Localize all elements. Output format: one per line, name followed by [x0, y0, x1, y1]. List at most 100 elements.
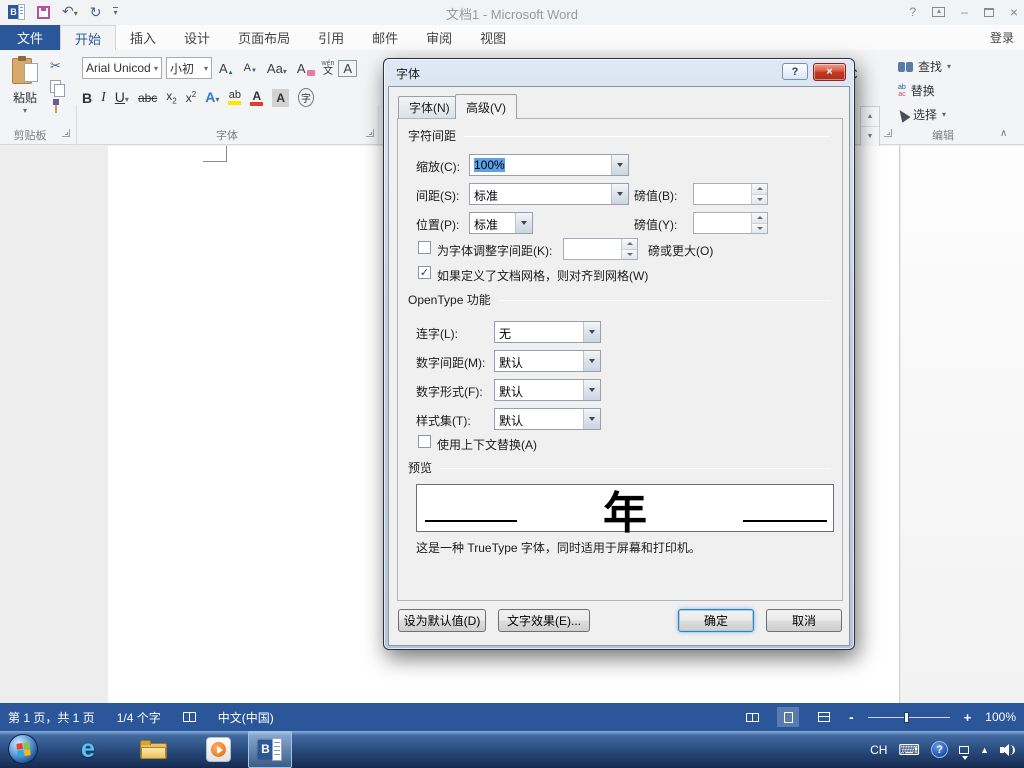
underline-button[interactable]: U▾: [115, 89, 129, 107]
read-mode-button[interactable]: [741, 707, 763, 727]
clipboard-dialog-launcher-icon[interactable]: [62, 129, 70, 137]
character-shading-button[interactable]: A: [272, 88, 290, 107]
subscript-button[interactable]: x2: [166, 89, 176, 105]
strikethrough-button[interactable]: abc: [138, 91, 157, 105]
position-combo[interactable]: 标准: [469, 212, 533, 234]
font-name-combo[interactable]: Arial Unicod ▾: [82, 57, 162, 79]
contextual-alternates-checkbox[interactable]: [418, 435, 431, 448]
tab-insert[interactable]: 插入: [116, 25, 170, 50]
enclose-characters-button[interactable]: 字: [298, 88, 315, 107]
volume-icon[interactable]: [1000, 743, 1016, 757]
paste-dropdown-icon[interactable]: ▾: [8, 106, 42, 115]
font-color-button[interactable]: A: [250, 90, 264, 106]
web-layout-button[interactable]: [813, 707, 835, 727]
restore-icon[interactable]: [983, 7, 994, 17]
kerning-label[interactable]: 为字体调整字间距(K):: [437, 242, 552, 259]
taskbar-internet-explorer[interactable]: e: [68, 734, 108, 765]
minimize-icon[interactable]: –: [961, 5, 968, 19]
spin-down-icon[interactable]: [622, 249, 637, 259]
spin-down-icon[interactable]: [752, 194, 767, 204]
italic-button[interactable]: I: [101, 90, 106, 106]
number-spacing-combo[interactable]: 默认: [494, 350, 601, 372]
kerning-checkbox[interactable]: [418, 241, 431, 254]
highlight-color-button[interactable]: ab: [228, 90, 242, 105]
spin-up-icon[interactable]: [752, 213, 767, 224]
font-size-combo[interactable]: 小初 ▾: [166, 57, 212, 79]
dialog-help-icon[interactable]: ?: [782, 63, 808, 80]
spacing-combo[interactable]: 标准: [469, 183, 629, 205]
format-painter-icon[interactable]: [50, 99, 62, 113]
phonetic-guide-button[interactable]: wén 文: [322, 60, 335, 77]
bold-button[interactable]: B: [82, 90, 92, 106]
tab-references[interactable]: 引用: [304, 25, 358, 50]
keyboard-icon[interactable]: ⌨: [898, 741, 920, 759]
dialog-tab-font[interactable]: 字体(N): [398, 96, 461, 118]
tray-window-icon[interactable]: [959, 745, 970, 760]
kerning-size-spinner[interactable]: [563, 238, 638, 260]
cut-icon[interactable]: ✂: [50, 58, 62, 74]
select-button[interactable]: 选择 ▾: [895, 106, 951, 123]
spin-up-icon[interactable]: [622, 239, 637, 250]
copy-icon[interactable]: [50, 80, 65, 97]
dropdown-arrow-icon[interactable]: [583, 351, 600, 371]
collapse-ribbon-icon[interactable]: ∧: [1000, 128, 1007, 139]
styles-dialog-launcher-icon[interactable]: [884, 129, 892, 137]
spin-up-icon[interactable]: [752, 184, 767, 195]
position-by-spinner[interactable]: [693, 212, 768, 234]
dropdown-arrow-icon[interactable]: [583, 409, 600, 429]
print-layout-button[interactable]: [777, 707, 800, 727]
spin-down-icon[interactable]: [752, 223, 767, 233]
snap-to-grid-label[interactable]: 如果定义了文档网格，则对齐到网格(W): [437, 267, 648, 284]
tab-file[interactable]: 文件: [0, 25, 61, 50]
page-indicator[interactable]: 第 1 页，共 1 页: [8, 709, 95, 726]
dropdown-arrow-icon[interactable]: [611, 155, 628, 175]
language-indicator[interactable]: 中文(中国): [218, 709, 274, 726]
find-button[interactable]: 查找 ▾: [898, 58, 951, 75]
dropdown-arrow-icon[interactable]: [583, 322, 600, 342]
zoom-level[interactable]: 100%: [985, 710, 1016, 724]
sign-in-link[interactable]: 登录: [990, 29, 1014, 46]
change-case-button[interactable]: Aa ▾: [264, 60, 290, 77]
dialog-tab-advanced[interactable]: 高级(V): [455, 94, 517, 119]
word-count[interactable]: 1/4 个字: [117, 709, 161, 726]
scale-combo[interactable]: 100%: [469, 154, 629, 176]
zoom-slider-thumb[interactable]: [903, 711, 909, 723]
zoom-slider[interactable]: [867, 711, 950, 723]
paste-button[interactable]: 粘贴 ▾: [8, 56, 42, 115]
taskbar-media-player[interactable]: [198, 734, 238, 765]
dialog-close-icon[interactable]: ×: [813, 63, 846, 81]
character-border-button[interactable]: A: [338, 59, 358, 77]
contextual-alternates-label[interactable]: 使用上下文替换(A): [437, 436, 537, 453]
help-icon[interactable]: ?: [909, 5, 916, 19]
gallery-scroll-up-icon[interactable]: ▲: [861, 107, 879, 127]
tab-page-layout[interactable]: 页面布局: [224, 25, 304, 50]
show-hidden-icons[interactable]: ▲: [980, 745, 989, 755]
taskbar-word-active[interactable]: B: [248, 731, 292, 768]
ligatures-combo[interactable]: 无: [494, 321, 601, 343]
font-dialog-launcher-icon[interactable]: [366, 129, 374, 137]
tray-help-icon[interactable]: ?: [931, 741, 949, 758]
spacing-by-spinner[interactable]: [693, 183, 768, 205]
dropdown-arrow-icon[interactable]: [515, 213, 532, 233]
dropdown-arrow-icon[interactable]: [611, 184, 628, 204]
taskbar-file-explorer[interactable]: [133, 734, 173, 765]
proofing-icon[interactable]: [182, 712, 196, 722]
dropdown-arrow-icon[interactable]: [583, 380, 600, 400]
close-icon[interactable]: ×: [1010, 4, 1018, 20]
zoom-out-button[interactable]: -: [849, 709, 854, 725]
tab-design[interactable]: 设计: [170, 25, 224, 50]
set-as-default-button[interactable]: 设为默认值(D): [398, 609, 486, 632]
number-forms-combo[interactable]: 默认: [494, 379, 601, 401]
ok-button[interactable]: 确定: [678, 609, 754, 632]
gallery-scroll-down-icon[interactable]: ▼: [861, 127, 879, 147]
tab-mailings[interactable]: 邮件: [358, 25, 412, 50]
stylistic-sets-combo[interactable]: 默认: [494, 408, 601, 430]
grow-font-button[interactable]: A ▲: [216, 60, 237, 77]
superscript-button[interactable]: x2: [186, 90, 196, 105]
cancel-button[interactable]: 取消: [766, 609, 842, 632]
text-effects-button-dialog[interactable]: 文字效果(E)...: [498, 609, 590, 632]
snap-to-grid-checkbox[interactable]: ✓: [418, 266, 431, 279]
ribbon-display-options-icon[interactable]: [932, 7, 946, 17]
tray-language[interactable]: CH: [870, 743, 887, 757]
replace-button[interactable]: ab ac 替换: [898, 82, 951, 99]
